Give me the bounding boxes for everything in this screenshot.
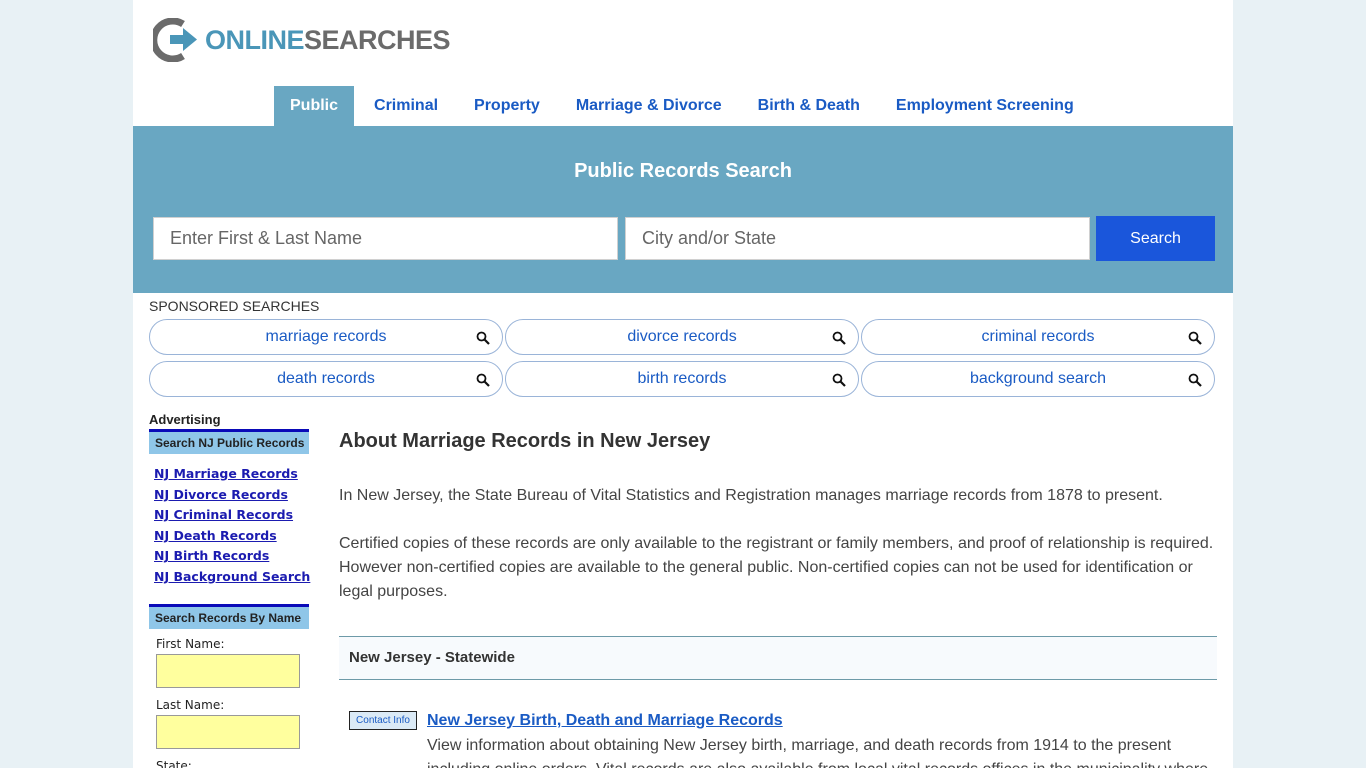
- sponsored-label: SPONSORED SEARCHES: [149, 298, 320, 314]
- last-name-field[interactable]: [156, 714, 300, 749]
- sponsored-search-label: birth records: [637, 370, 727, 387]
- sidebar-links: NJ Marriage Records NJ Divorce Records N…: [149, 454, 310, 594]
- main-content: About Marriage Records in New Jersey In …: [339, 430, 1217, 768]
- page: ONLINESEARCHES Public Criminal Property …: [133, 0, 1233, 768]
- sidebar-heading-by-name: Search Records By Name: [149, 603, 309, 629]
- name-search-form: First Name: Last Name: State:: [149, 629, 309, 768]
- intro-paragraph: In New Jersey, the State Bureau of Vital…: [339, 487, 1163, 504]
- sponsored-search-label: death records: [277, 370, 375, 387]
- sponsored-search-death[interactable]: death records: [149, 361, 503, 397]
- search-button[interactable]: Search: [1096, 216, 1215, 261]
- hero-title: Public Records Search: [574, 160, 792, 182]
- contact-info-button[interactable]: Contact Info: [349, 711, 417, 730]
- nav-public[interactable]: Public: [274, 86, 355, 126]
- logo-part2: SEARCHES: [304, 24, 451, 55]
- sponsored-search-background[interactable]: background search: [861, 361, 1215, 397]
- sponsored-searches: marriage records divorce records crimina…: [149, 319, 1215, 397]
- entry-description: View information about obtaining New Jer…: [427, 737, 1208, 768]
- advertising-label: Advertising: [149, 412, 221, 427]
- sponsored-search-label: marriage records: [265, 328, 387, 345]
- magnifier-icon: [476, 373, 490, 387]
- sponsored-search-label: criminal records: [981, 328, 1095, 345]
- sponsored-search-marriage[interactable]: marriage records: [149, 319, 503, 355]
- region-header: New Jersey - Statewide: [339, 636, 1217, 680]
- sidebar-link-marriage[interactable]: NJ Marriage Records: [154, 464, 309, 485]
- sponsored-search-label: divorce records: [627, 328, 737, 345]
- sidebar-link-background[interactable]: NJ Background Search: [154, 567, 310, 588]
- entry-title-link[interactable]: New Jersey Birth, Death and Marriage Rec…: [427, 710, 1217, 732]
- nav-employment-screening[interactable]: Employment Screening: [880, 86, 1090, 126]
- state-label: State:: [156, 758, 192, 768]
- logo-wordmark: ONLINESEARCHES: [205, 24, 451, 56]
- sponsored-search-divorce[interactable]: divorce records: [505, 319, 859, 355]
- logo-arrow-icon: [153, 18, 197, 62]
- sponsored-search-criminal[interactable]: criminal records: [861, 319, 1215, 355]
- magnifier-icon: [1188, 331, 1202, 345]
- first-name-field[interactable]: [156, 653, 300, 688]
- sidebar-link-divorce[interactable]: NJ Divorce Records: [154, 485, 309, 506]
- top-nav: Public Criminal Property Marriage & Divo…: [274, 86, 1094, 126]
- city-state-input[interactable]: [625, 217, 1090, 260]
- nav-property[interactable]: Property: [458, 86, 556, 126]
- magnifier-icon: [832, 373, 846, 387]
- nav-birth-death[interactable]: Birth & Death: [742, 86, 876, 126]
- site-logo[interactable]: ONLINESEARCHES: [153, 18, 451, 62]
- magnifier-icon: [476, 331, 490, 345]
- sidebar: Advertising Search NJ Public Records NJ …: [149, 412, 310, 768]
- magnifier-icon: [832, 331, 846, 345]
- sidebar-link-criminal[interactable]: NJ Criminal Records: [154, 505, 309, 526]
- nav-criminal[interactable]: Criminal: [358, 86, 454, 126]
- certified-copies-paragraph: Certified copies of these records are on…: [339, 535, 1214, 600]
- page-title: About Marriage Records in New Jersey: [339, 430, 711, 452]
- last-name-label: Last Name:: [156, 697, 225, 712]
- magnifier-icon: [1188, 373, 1202, 387]
- sponsored-search-label: background search: [969, 370, 1107, 387]
- sidebar-link-death[interactable]: NJ Death Records: [154, 526, 309, 547]
- sidebar-link-birth[interactable]: NJ Birth Records: [154, 546, 309, 567]
- search-hero: Public Records Search Search: [133, 126, 1233, 293]
- nav-marriage-divorce[interactable]: Marriage & Divorce: [560, 86, 738, 126]
- sidebar-heading-records: Search NJ Public Records: [149, 429, 309, 454]
- listing-entry: Contact Info New Jersey Birth, Death and…: [339, 710, 1217, 768]
- first-name-label: First Name:: [156, 636, 225, 651]
- logo-part1: ONLINE: [205, 24, 305, 55]
- sponsored-search-birth[interactable]: birth records: [505, 361, 859, 397]
- name-input[interactable]: [153, 217, 618, 260]
